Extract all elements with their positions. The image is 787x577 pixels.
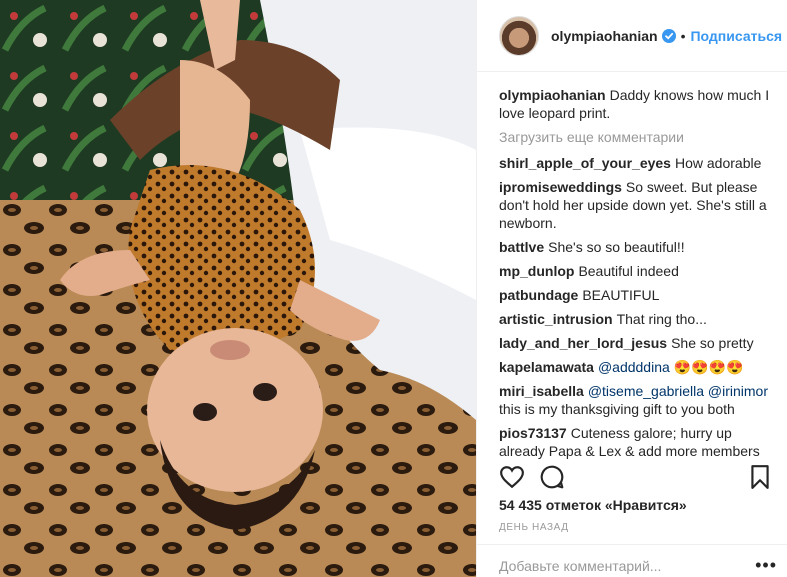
- comment-input[interactable]: [499, 558, 756, 574]
- author-username[interactable]: olympiaohanian: [551, 28, 658, 44]
- comment-username[interactable]: lady_and_her_lord_jesus: [499, 335, 667, 351]
- comment-username[interactable]: mp_dunlop: [499, 263, 574, 279]
- likes-count[interactable]: 54 435 отметок «Нравится»: [499, 497, 687, 513]
- verified-badge-icon: [661, 28, 676, 43]
- photo-illustration: [0, 0, 476, 577]
- comment-mention[interactable]: @tiseme_gabriella @irinimor: [588, 383, 768, 399]
- avatar[interactable]: [499, 15, 539, 56]
- action-bar: [499, 460, 777, 496]
- list-item: patbundage BEAUTIFUL: [499, 286, 777, 304]
- comment-username[interactable]: miri_isabella: [499, 383, 584, 399]
- comment-username[interactable]: pios73137: [499, 425, 567, 441]
- comment-text: Beautiful indeed: [578, 263, 679, 279]
- load-more-comments-link[interactable]: Загрузить еще комментарии: [499, 128, 777, 146]
- comment-text: BEAUTIFUL: [582, 287, 660, 303]
- post-timestamp[interactable]: ДЕНЬ НАЗАД: [499, 522, 569, 533]
- caption: olympiaohanian Daddy knows how much I lov…: [499, 86, 777, 122]
- list-item: lady_and_her_lord_jesus She so pretty: [499, 334, 777, 352]
- caption-username[interactable]: olympiaohanian: [499, 87, 606, 103]
- list-item: miri_isabella @tiseme_gabriella @irinimor…: [499, 382, 777, 418]
- list-item: pios73137 Cuteness galore; hurry up alrea…: [499, 424, 777, 460]
- post-header: olympiaohanian • Подписаться: [477, 0, 787, 72]
- comment-text: this is my thanksgiving gift to you both: [499, 401, 735, 417]
- list-item: shirl_apple_of_your_eyes How adorable: [499, 154, 777, 172]
- comment-text: How adorable: [674, 155, 762, 171]
- comment-username[interactable]: patbundage: [499, 287, 578, 303]
- more-options-icon[interactable]: •••: [755, 555, 777, 576]
- list-item: artistic_intrusion That ring tho...: [499, 310, 777, 328]
- follow-button[interactable]: Подписаться: [690, 28, 782, 44]
- comment-username[interactable]: shirl_apple_of_your_eyes: [499, 155, 671, 171]
- comment-text: She so pretty: [671, 335, 754, 351]
- comment-mention[interactable]: @addddina: [598, 359, 670, 375]
- list-item: kapelamawata @addddina 😍😍😍😍: [499, 358, 777, 376]
- list-item: ipromiseweddings So sweet. But please don…: [499, 178, 777, 232]
- comments-list: olympiaohanian Daddy knows how much I lov…: [477, 72, 787, 460]
- heart-icon[interactable]: [499, 464, 525, 490]
- add-comment-bar: •••: [477, 544, 787, 577]
- post-photo[interactable]: [0, 0, 476, 577]
- bookmark-icon[interactable]: [747, 464, 773, 490]
- post-panel: olympiaohanian • Подписаться olympiaohan…: [476, 0, 787, 577]
- comment-text: That ring tho...: [616, 311, 707, 327]
- comment-text: 😍😍😍😍: [673, 359, 744, 375]
- comment-text: She's so so beautiful!!: [548, 239, 685, 255]
- list-item: mp_dunlop Beautiful indeed: [499, 262, 777, 280]
- comment-username[interactable]: ipromiseweddings: [499, 179, 622, 195]
- comment-icon[interactable]: [539, 464, 565, 490]
- comment-username[interactable]: kapelamawata: [499, 359, 594, 375]
- list-item: battlve She's so so beautiful!!: [499, 238, 777, 256]
- comment-username[interactable]: battlve: [499, 239, 544, 255]
- separator-dot: •: [680, 27, 686, 44]
- comment-username[interactable]: artistic_intrusion: [499, 311, 613, 327]
